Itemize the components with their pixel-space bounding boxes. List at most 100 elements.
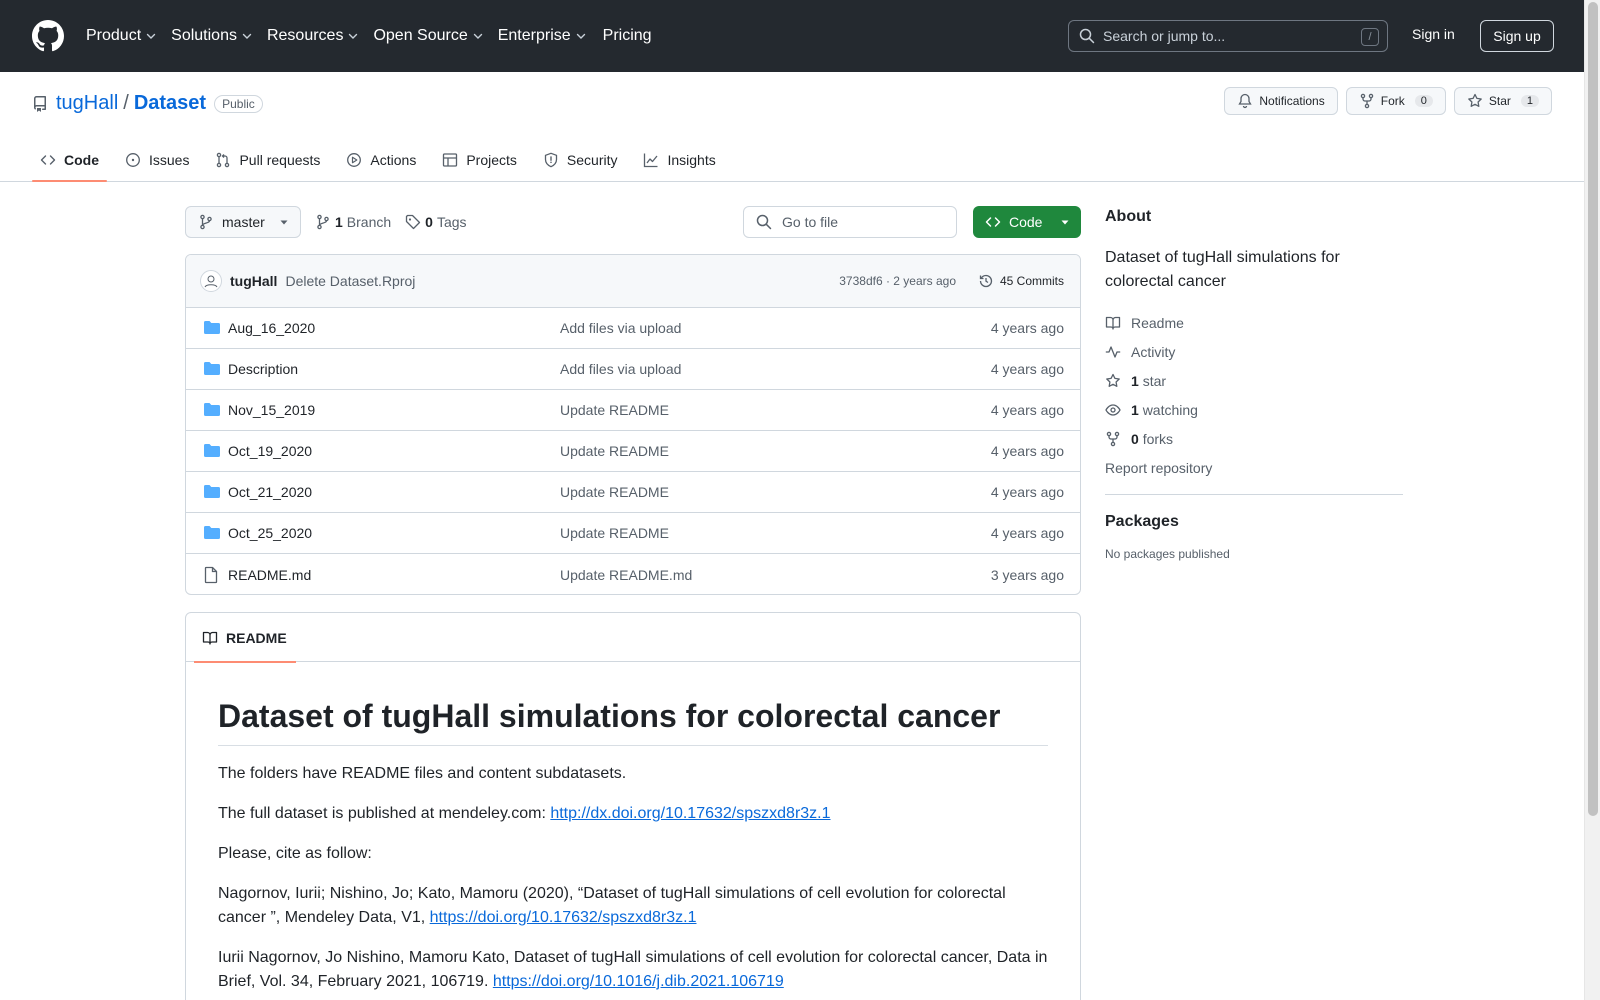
book-icon <box>202 630 218 646</box>
table-row[interactable]: Oct_21_2020 Update README 4 years ago <box>186 472 1080 513</box>
table-row[interactable]: README.md Update README.md 3 years ago <box>186 554 1080 594</box>
tag-icon <box>405 214 421 230</box>
code-dropdown-button[interactable]: Code <box>973 206 1081 238</box>
file-commit-message[interactable]: Add files via upload <box>560 361 681 377</box>
file-commit-message[interactable]: Update README.md <box>560 567 692 583</box>
branches-link[interactable]: 1 Branch <box>315 214 391 230</box>
nav-pricing[interactable]: Pricing <box>603 27 652 45</box>
stars-count: 1 <box>1131 372 1139 389</box>
dib-doi-link[interactable]: https://doi.org/10.1016/j.dib.2021.10671… <box>493 973 784 990</box>
file-commit-message[interactable]: Update README <box>560 484 669 500</box>
tab-label: Security <box>566 152 618 168</box>
file-name-link[interactable]: Aug_16_2020 <box>228 320 315 336</box>
file-name-link[interactable]: Oct_25_2020 <box>228 525 312 541</box>
nav-open-source[interactable]: Open Source <box>373 27 483 45</box>
activity-label: Activity <box>1131 343 1176 360</box>
repo-owner-link[interactable]: tugHall <box>56 92 118 115</box>
repo-icon <box>32 95 48 112</box>
table-row[interactable]: Nov_15_2019 Update README 4 years ago <box>186 390 1080 431</box>
fork-button[interactable]: Fork 0 <box>1345 87 1446 115</box>
star-button[interactable]: Star 1 <box>1453 87 1552 115</box>
doi-link[interactable]: https://doi.org/10.17632/spszxd8r3z.1 <box>430 909 697 926</box>
tag-count-label: Tags <box>436 214 467 230</box>
code-icon <box>985 214 1001 230</box>
notifications-button[interactable]: Notifications <box>1224 87 1338 115</box>
file-commit-message[interactable]: Update README <box>560 525 669 541</box>
forks-link[interactable]: 0 forks <box>1105 424 1403 453</box>
nav-product[interactable]: Product <box>86 27 157 45</box>
repo-name-link[interactable]: Dataset <box>134 92 206 115</box>
sign-in-link[interactable]: Sign in <box>1412 26 1455 42</box>
tab-projects[interactable]: Projects <box>434 138 525 182</box>
tab-security[interactable]: Security <box>535 138 626 182</box>
readme-tab-label: README <box>226 629 287 646</box>
tab-insights[interactable]: Insights <box>635 138 723 182</box>
packages-heading[interactable]: Packages <box>1105 513 1403 531</box>
mendeley-link[interactable]: http://dx.doi.org/10.17632/spszxd8r3z.1 <box>550 805 830 822</box>
readme-tab[interactable]: README <box>194 613 296 663</box>
file-name-link[interactable]: Oct_21_2020 <box>228 484 312 500</box>
commit-message[interactable]: Delete Dataset.Rproj <box>285 273 415 289</box>
sidebar-divider <box>1105 494 1403 495</box>
branch-count: 1 <box>335 214 343 230</box>
file-commit-message[interactable]: Update README <box>560 402 669 418</box>
table-row[interactable]: Oct_25_2020 Update README 4 years ago <box>186 513 1080 554</box>
nav-label: Solutions <box>171 27 237 44</box>
commit-sha-time[interactable]: 3738df6 · 2 years ago <box>839 274 956 288</box>
commits-link[interactable]: 45 Commits <box>978 273 1064 289</box>
header-search-input[interactable]: Search or jump to... / <box>1068 20 1388 52</box>
tab-actions[interactable]: Actions <box>338 138 424 182</box>
table-row[interactable]: Description Add files via upload 4 years a… <box>186 349 1080 390</box>
branch-name: master <box>222 214 265 230</box>
readme-link[interactable]: Readme <box>1105 308 1403 337</box>
graph-icon <box>643 152 659 168</box>
tab-label: Code <box>64 152 99 168</box>
avatar[interactable] <box>200 270 222 292</box>
visibility-badge: Public <box>214 94 263 113</box>
chevron-down-icon <box>472 30 484 42</box>
tags-link[interactable]: 0 Tags <box>405 214 467 230</box>
star-count: 1 <box>1520 95 1539 107</box>
forks-count: 0 <box>1131 430 1139 447</box>
star-label: Star <box>1488 94 1511 108</box>
nav-label: Open Source <box>373 27 468 44</box>
watching-link[interactable]: 1 watching <box>1105 395 1403 424</box>
nav-solutions[interactable]: Solutions <box>171 27 253 45</box>
file-commit-message[interactable]: Update README <box>560 443 669 459</box>
repo-path-separator: / <box>123 92 129 114</box>
table-row[interactable]: Aug_16_2020 Add files via upload 4 years a… <box>186 308 1080 349</box>
issue-icon <box>125 152 141 168</box>
page-scrollbar[interactable] <box>1584 0 1600 1000</box>
go-to-file-input[interactable]: Go to file <box>743 206 957 238</box>
file-name-link[interactable]: Description <box>228 361 298 377</box>
tab-code[interactable]: Code <box>32 138 107 182</box>
tab-issues[interactable]: Issues <box>117 138 197 182</box>
file-name-link[interactable]: README.md <box>228 567 311 583</box>
report-repository-link[interactable]: Report repository <box>1105 453 1403 482</box>
stars-link[interactable]: 1 star <box>1105 366 1403 395</box>
scrollbar-thumb[interactable] <box>1588 2 1598 816</box>
play-icon <box>346 152 362 168</box>
commit-author[interactable]: tugHall <box>230 273 277 289</box>
nav-resources[interactable]: Resources <box>267 27 359 45</box>
eye-icon <box>1105 402 1121 418</box>
fork-icon <box>1105 431 1121 447</box>
pulse-icon <box>1105 344 1121 360</box>
file-name-link[interactable]: Oct_19_2020 <box>228 443 312 459</box>
file-name-link[interactable]: Nov_15_2019 <box>228 402 315 418</box>
about-heading: About <box>1105 208 1152 225</box>
repo-header: tugHall / Dataset Public Notifications F… <box>0 72 1584 182</box>
nav-label: Product <box>86 27 142 44</box>
table-row[interactable]: Oct_19_2020 Update README 4 years ago <box>186 431 1080 472</box>
file-commit-message[interactable]: Add files via upload <box>560 320 681 336</box>
activity-link[interactable]: Activity <box>1105 337 1403 366</box>
tab-pull-requests[interactable]: Pull requests <box>207 138 328 182</box>
file-commit-date: 3 years ago <box>990 566 1064 583</box>
branch-count-label: Branch <box>346 214 392 230</box>
sign-up-button[interactable]: Sign up <box>1480 20 1554 52</box>
github-logo-icon[interactable] <box>32 20 64 52</box>
nav-enterprise[interactable]: Enterprise <box>498 27 587 45</box>
file-commit-date: 4 years ago <box>990 525 1064 541</box>
branch-selector[interactable]: master <box>185 206 301 238</box>
about-sidebar: About Dataset of tugHall simulations for… <box>1105 208 1403 561</box>
